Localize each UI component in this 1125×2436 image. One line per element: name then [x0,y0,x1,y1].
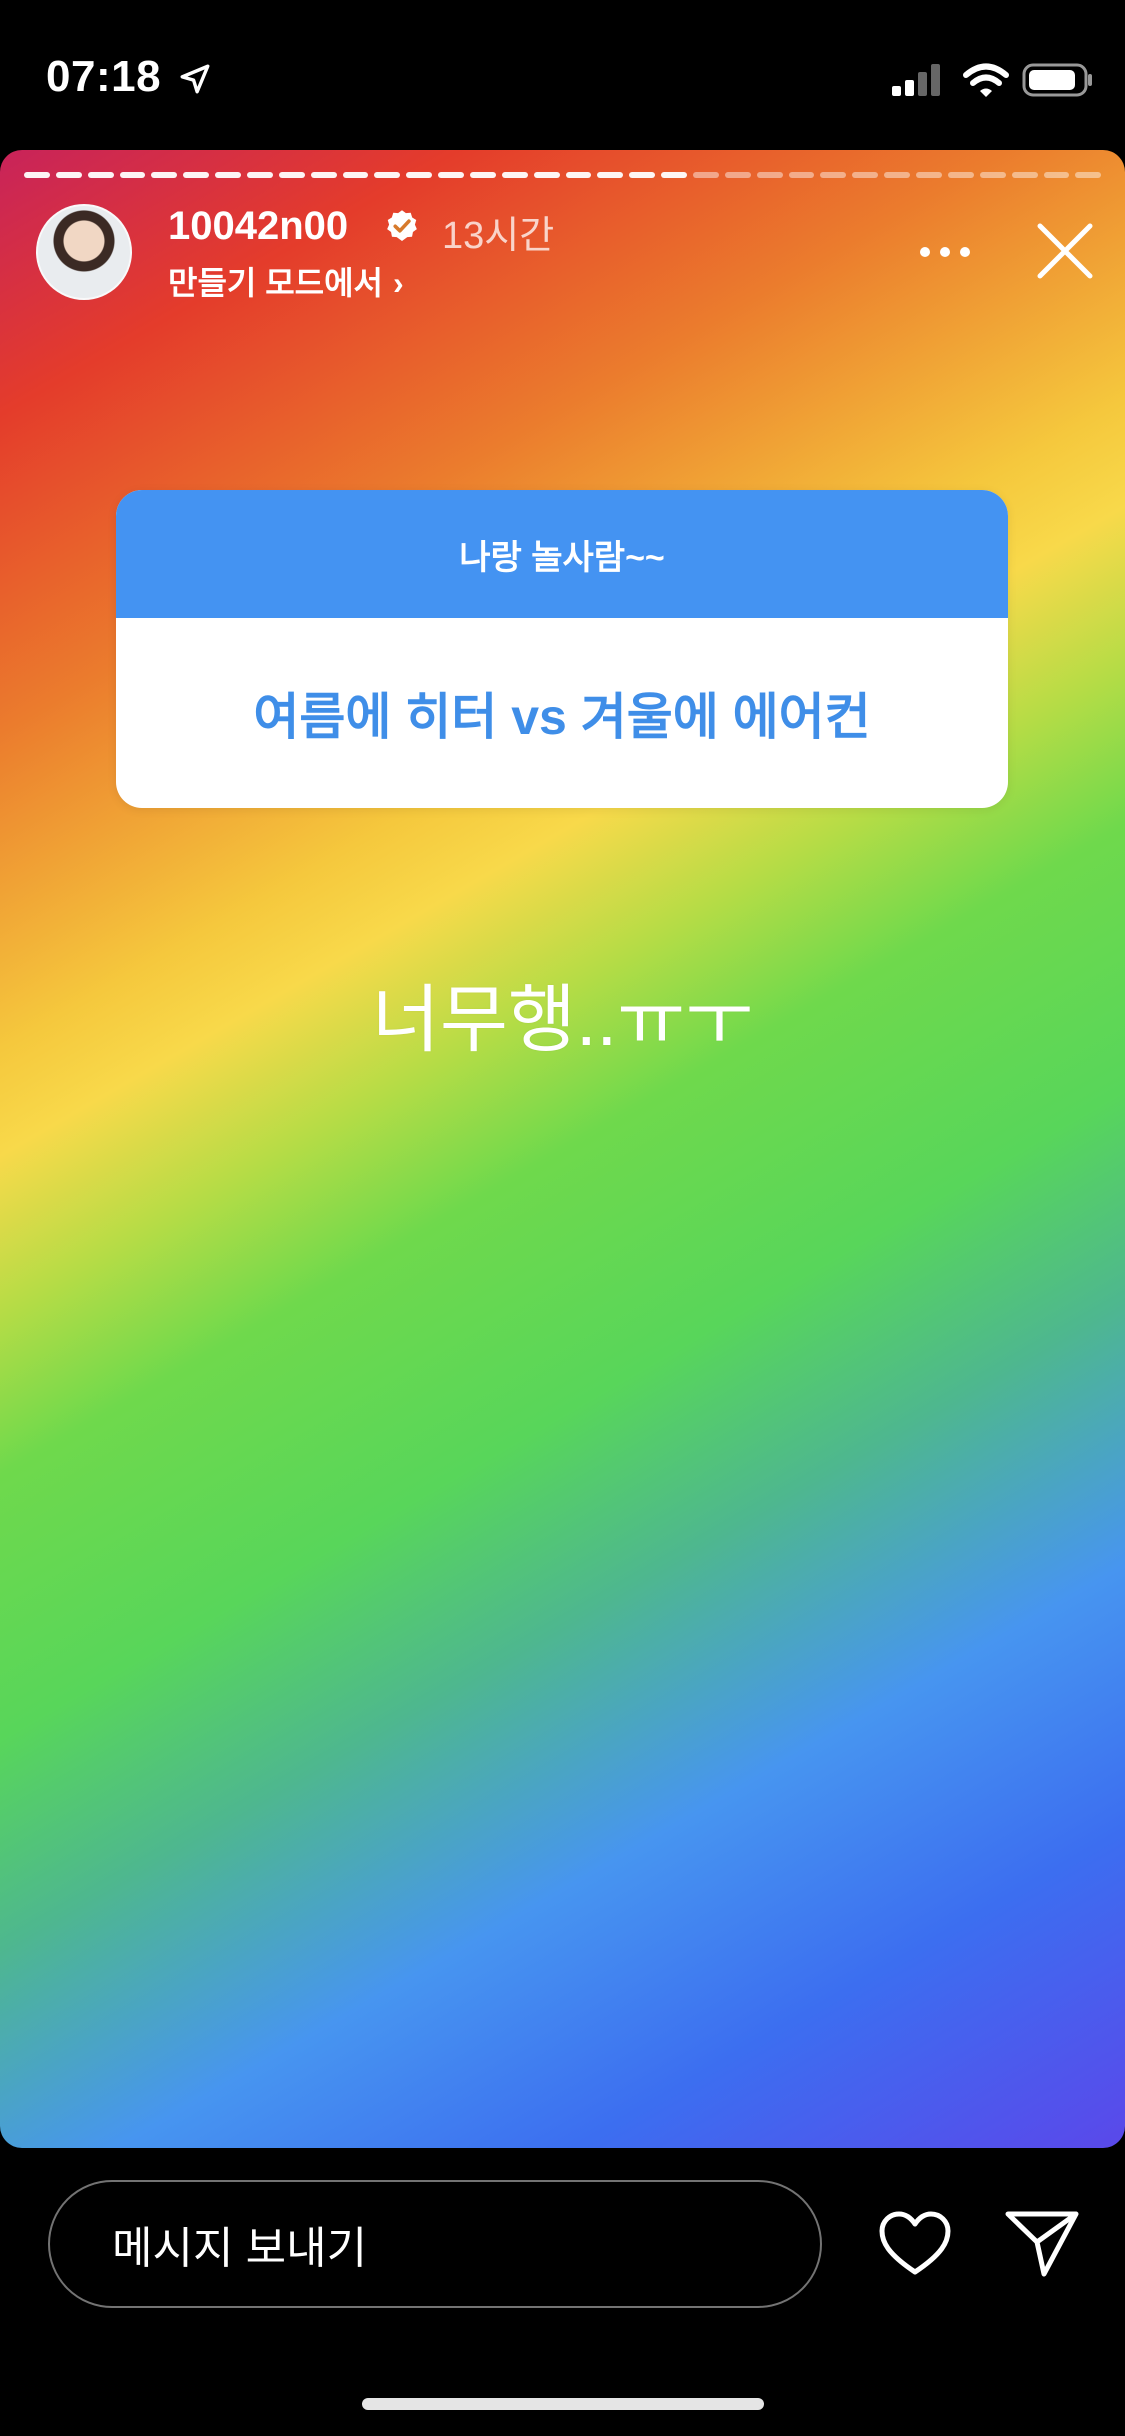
sticker-question: 여름에 히터 vs 겨울에 에어컨 [253,689,871,745]
progress-segment [756,172,783,178]
chevron-right-icon: › [392,265,404,301]
avatar[interactable] [36,204,132,300]
question-sticker[interactable]: 나랑 놀사람~~ 여름에 히터 vs 겨울에 에어컨 [116,490,1008,808]
wifi-icon [963,63,1009,97]
answer-text: 너무행..ㅠㅜ [371,978,754,1061]
heart-icon[interactable] [878,2210,952,2278]
progress-segment [820,172,847,178]
progress-segment [501,172,528,178]
progress-segment [278,172,305,178]
progress-segment [183,172,210,178]
progress-segment [310,172,337,178]
progress-segment [533,172,560,178]
progress-segment [565,172,592,178]
progress-segment [87,172,114,178]
progress-segment [1043,172,1070,178]
progress-segment [438,172,465,178]
message-placeholder: 메시지 보내기 [112,2224,368,2273]
progress-segment [947,172,974,178]
progress-segment [629,172,656,178]
story-subtitle-text: 만들기 모드에서 [168,265,383,301]
progress-segment [693,172,719,178]
progress-segment [247,172,273,178]
progress-segment [788,172,815,178]
location-arrow-icon [180,64,210,94]
progress-segment [151,172,178,178]
sticker-header: 나랑 놀사람~~ [116,490,1008,618]
home-indicator[interactable] [362,2398,764,2410]
progress-segment [597,172,624,178]
story-username[interactable]: 10042n00 [168,204,348,249]
status-bar: 07:18 [0,0,1125,150]
progress-segment [55,172,82,178]
progress-segment [979,172,1006,178]
story-progress-bar [24,172,1102,178]
progress-segment [342,172,369,178]
progress-segment [852,172,879,178]
progress-segment [215,172,242,178]
progress-segment [1011,172,1038,178]
progress-segment [724,172,751,178]
progress-segment [406,172,433,178]
close-icon[interactable] [1034,220,1096,282]
progress-segment [374,172,401,178]
story-subtitle-link[interactable]: 만들기 모드에서 › [168,258,404,304]
story-card[interactable]: 10042n00 13시간 만들기 모드에서 › 나랑 놀사람~~ 여름에 히터 … [0,150,1125,2148]
progress-segment [661,172,688,178]
cellular-signal-icon [892,64,940,96]
progress-segment [24,172,50,178]
battery-icon [1022,63,1092,97]
progress-segment [1075,172,1102,178]
progress-segment [884,172,911,178]
send-icon[interactable] [1004,2206,1080,2278]
message-input[interactable]: 메시지 보내기 [48,2180,822,2308]
progress-segment [916,172,942,178]
progress-segment [119,172,146,178]
more-options-icon[interactable] [918,242,972,262]
status-time: 07:18 [46,52,162,101]
progress-segment [470,172,496,178]
verified-badge-icon [387,210,417,241]
story-time-ago: 13시간 [442,215,555,257]
